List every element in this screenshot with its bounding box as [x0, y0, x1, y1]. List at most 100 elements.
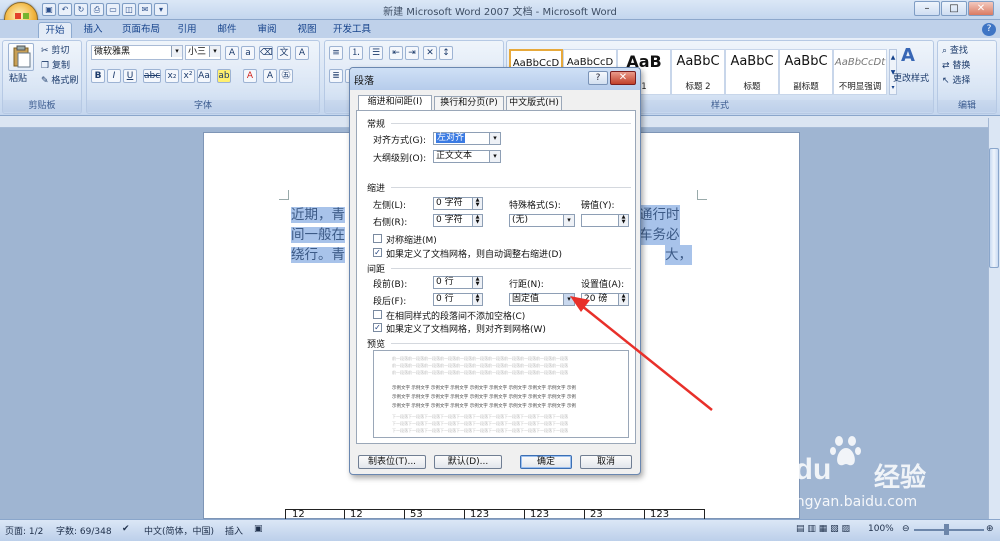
chevron-down-icon[interactable]: ▾	[489, 133, 500, 144]
close-button[interactable]: ✕	[968, 1, 994, 16]
change-styles-icon[interactable]: A	[901, 45, 915, 66]
chevron-down-icon[interactable]: ▾	[489, 151, 500, 162]
clear-format-icon[interactable]: ⌫	[259, 46, 273, 60]
view-buttons-icon[interactable]: ▤ ▥ ▦ ▧ ▨	[796, 524, 850, 534]
italic-icon[interactable]: I	[107, 69, 121, 83]
mirror-indent-checkbox[interactable]	[373, 234, 382, 243]
spinner-icon[interactable]: ▲ ▼	[472, 215, 482, 226]
select-button[interactable]: ↖ 选择	[942, 75, 970, 89]
replace-button[interactable]: ⇄ 替换	[942, 60, 970, 74]
shrink-font-icon[interactable]: a	[241, 46, 255, 60]
decrease-indent-icon[interactable]: ⇤	[389, 46, 403, 60]
customize-toolbar-icon[interactable]: ▾	[154, 3, 168, 16]
font-color-icon[interactable]: A	[243, 69, 257, 83]
spinner-icon[interactable]: ▲ ▼	[618, 294, 628, 305]
tab-view[interactable]: 视图	[292, 22, 322, 38]
proofing-icon[interactable]: ✔	[122, 524, 130, 534]
font-size-combo[interactable]: 小三 ▾	[185, 45, 221, 60]
superscript-icon[interactable]: x²	[181, 69, 195, 83]
undo-icon[interactable]: ↶	[58, 3, 72, 16]
language-indicator[interactable]: 中文(简体，中国)	[144, 524, 214, 537]
multilevel-list-icon[interactable]: ☰	[369, 46, 383, 60]
style-item-6[interactable]: AaBbCcDt 不明显强调	[833, 49, 887, 95]
tabs-button[interactable]: 制表位(T)...	[358, 455, 426, 469]
chevron-down-icon[interactable]: ▾	[209, 46, 220, 57]
new-document-icon[interactable]: ▭	[106, 3, 120, 16]
zoom-slider[interactable]	[914, 529, 984, 531]
styles-scroll[interactable]: ▲ ▼ ▾	[889, 49, 897, 95]
no-space-checkbox[interactable]	[373, 310, 382, 319]
spacing-at-input[interactable]: 20 磅 ▲ ▼	[581, 293, 629, 306]
document-table[interactable]: 12 12 53 123 123 23 123	[285, 509, 705, 520]
outline-level-select[interactable]: 正文文本 ▾	[433, 150, 501, 163]
zoom-level[interactable]: 100%	[868, 524, 894, 534]
ok-button[interactable]: 确定	[520, 455, 572, 469]
paste-icon[interactable]	[8, 43, 34, 71]
char-shading-icon[interactable]: A	[263, 69, 277, 83]
style-item-4[interactable]: AaBbC 标题	[725, 49, 779, 95]
email-icon[interactable]: ✉	[138, 3, 152, 16]
chevron-down-icon[interactable]: ▾	[171, 46, 182, 57]
style-item-5[interactable]: AaBbC 副标题	[779, 49, 833, 95]
tab-page-layout[interactable]: 页面布局	[118, 22, 164, 38]
alignment-select[interactable]: 左对齐 ▾	[433, 132, 501, 145]
chevron-down-icon[interactable]: ▾	[563, 294, 574, 305]
dialog-help-button[interactable]: ?	[588, 71, 608, 85]
find-button[interactable]: ⌕ 查找	[942, 45, 968, 59]
spinner-icon[interactable]: ▲ ▼	[472, 277, 482, 288]
redo-icon[interactable]: ↻	[74, 3, 88, 16]
phonetic-icon[interactable]: 文	[277, 46, 291, 60]
scrollbar-thumb[interactable]	[989, 148, 999, 268]
snap-to-grid-checkbox[interactable]: ✓	[373, 323, 382, 332]
tab-review[interactable]: 审阅	[252, 22, 282, 38]
help-icon[interactable]: ?	[982, 23, 996, 36]
subscript-icon[interactable]: x₂	[165, 69, 179, 83]
special-indent-select[interactable]: (无) ▾	[509, 214, 575, 227]
zoom-slider-handle[interactable]	[944, 524, 949, 535]
spinner-icon[interactable]: ▲ ▼	[618, 215, 628, 226]
save-icon[interactable]: ▣	[42, 3, 56, 16]
open-icon[interactable]: ◫	[122, 3, 136, 16]
tab-home[interactable]: 开始	[38, 22, 72, 38]
maximize-button[interactable]: □	[941, 1, 967, 16]
enclose-char-icon[interactable]: ㊄	[279, 69, 293, 83]
line-spacing-select[interactable]: 固定值 ▾	[509, 293, 575, 306]
zoom-in-icon[interactable]: ⊕	[986, 524, 994, 534]
sort-icon[interactable]: ↕	[439, 46, 453, 60]
highlight-icon[interactable]: ab	[217, 69, 231, 83]
default-button[interactable]: 默认(D)...	[434, 455, 502, 469]
print-preview-icon[interactable]: ⎙	[90, 3, 104, 16]
format-painter-button[interactable]: ✎ 格式刷	[41, 75, 78, 89]
chinese-layout-icon[interactable]: ✕	[423, 46, 437, 60]
tab-references[interactable]: 引用	[172, 22, 202, 38]
grow-font-icon[interactable]: A	[225, 46, 239, 60]
indent-by-input[interactable]: ▲ ▼	[581, 214, 629, 227]
tab-asian-typography[interactable]: 中文版式(H)	[506, 96, 562, 110]
spinner-icon[interactable]: ▲ ▼	[472, 294, 482, 305]
cancel-button[interactable]: 取消	[580, 455, 632, 469]
change-case-icon[interactable]: Aa	[197, 69, 211, 83]
auto-adjust-indent-checkbox[interactable]: ✓	[373, 248, 382, 257]
indent-right-input[interactable]: 0 字符 ▲ ▼	[433, 214, 483, 227]
increase-indent-icon[interactable]: ⇥	[405, 46, 419, 60]
tab-developer[interactable]: 开发工具	[330, 22, 374, 38]
indent-left-input[interactable]: 0 字符 ▲ ▼	[433, 197, 483, 210]
underline-icon[interactable]: U	[123, 69, 137, 83]
paste-button[interactable]: 粘贴	[9, 73, 27, 87]
insert-mode[interactable]: 插入	[225, 524, 243, 537]
zoom-out-icon[interactable]: ⊖	[902, 524, 910, 534]
bullets-icon[interactable]: ≡	[329, 46, 343, 60]
word-count[interactable]: 字数: 69/348	[56, 524, 112, 537]
page-count[interactable]: 页面: 1/2	[5, 524, 43, 537]
font-name-combo[interactable]: 微软雅黑 ▾	[91, 45, 183, 60]
spacing-before-input[interactable]: 0 行 ▲ ▼	[433, 276, 483, 289]
spacing-after-input[interactable]: 0 行 ▲ ▼	[433, 293, 483, 306]
copy-button[interactable]: ❐ 复制	[41, 60, 70, 74]
minimize-button[interactable]: –	[914, 1, 940, 16]
char-border-icon[interactable]: A	[295, 46, 309, 60]
strikethrough-icon[interactable]: abc	[143, 69, 161, 83]
tab-line-page-breaks[interactable]: 换行和分页(P)	[434, 96, 504, 110]
change-styles-button[interactable]: 更改样式	[893, 73, 929, 87]
tab-insert[interactable]: 插入	[78, 22, 108, 38]
bold-icon[interactable]: B	[91, 69, 105, 83]
